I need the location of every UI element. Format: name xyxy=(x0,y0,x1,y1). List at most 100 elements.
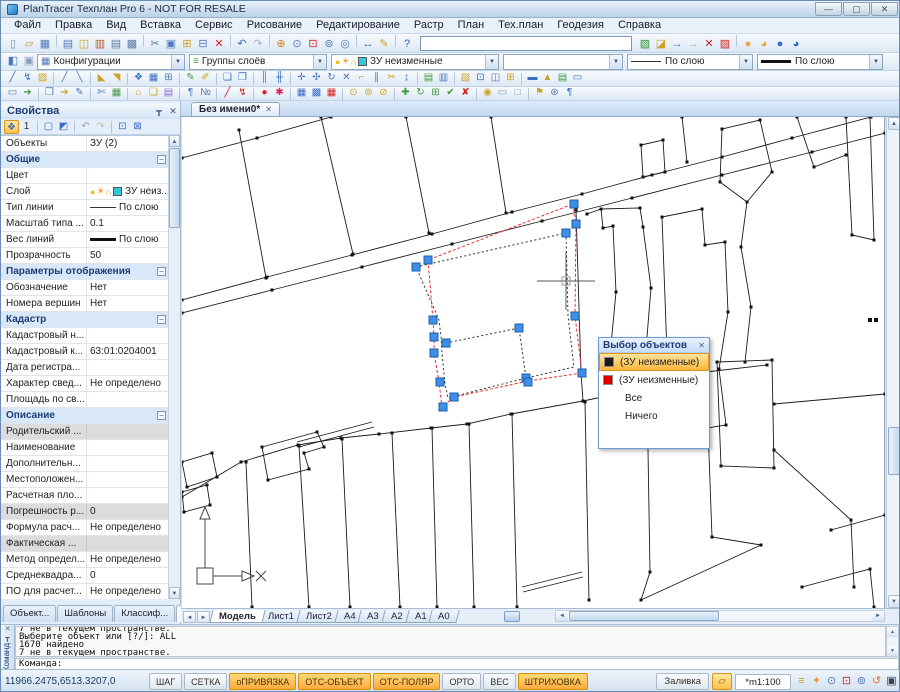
save-icon[interactable]: ▦ xyxy=(37,37,53,52)
layer-groups-combo[interactable]: ≡ Группы слоёв ▼ xyxy=(189,54,327,70)
scroll-up-icon[interactable]: ▲ xyxy=(169,135,180,147)
menu-insert[interactable]: Вставка xyxy=(133,18,188,33)
object-table-icon[interactable]: ⊞ xyxy=(161,72,176,85)
command-history[interactable]: 7 не в текущем пространстве.Выберите объ… xyxy=(15,626,886,657)
floor-icon[interactable]: ▤ xyxy=(161,87,176,100)
tab-templates[interactable]: Шаблоны xyxy=(57,605,113,622)
label-icon[interactable]: ¶ xyxy=(183,87,198,100)
parcel-split-icon[interactable]: ◫ xyxy=(488,72,503,85)
select-props-icon[interactable]: ◕ xyxy=(788,37,804,52)
draw-red-polyline-icon[interactable]: ↯ xyxy=(235,87,250,100)
recalc-icon[interactable]: ⊡ xyxy=(115,120,130,134)
sheet-tab-model[interactable]: Модель xyxy=(209,610,265,623)
row-error[interactable]: Погрешность р... ● ☀ ∩ 0 − xyxy=(1,504,169,520)
tab-scroll-left-icon[interactable]: ◄ xyxy=(183,611,196,623)
zoom-extents-icon[interactable]: ◎ xyxy=(337,37,353,52)
zoom-selection-icon[interactable]: ✚ xyxy=(398,87,413,100)
chevron-down-icon[interactable]: ▼ xyxy=(869,55,882,69)
grid-edit-icon[interactable]: ▩ xyxy=(309,87,324,100)
pin-icon[interactable]: ┳ xyxy=(152,106,166,117)
close-icon[interactable]: ✕ xyxy=(166,106,180,117)
chevron-down-icon[interactable]: ▼ xyxy=(171,55,184,69)
edit-attach-icon[interactable]: ✎ xyxy=(183,72,198,85)
copy-move-icon[interactable]: ✣ xyxy=(309,72,324,85)
scroll-thumb[interactable] xyxy=(569,611,719,621)
window-icon[interactable]: ▣ xyxy=(21,54,37,69)
layer-purge-icon[interactable]: ▨ xyxy=(717,37,733,52)
quick-select-icon[interactable]: ◩ xyxy=(56,120,71,134)
add-object-icon[interactable]: ⊞ xyxy=(428,87,443,100)
refresh-tree-icon[interactable]: ↻ xyxy=(413,87,428,100)
scroll-left-icon[interactable]: ◄ xyxy=(556,611,568,621)
minimize-button[interactable]: — xyxy=(815,2,842,16)
scale-bar-icon[interactable]: ▬ xyxy=(525,72,540,85)
fill-toggle-button[interactable]: Заливка xyxy=(656,673,709,690)
object-browser-icon[interactable]: ▦ xyxy=(146,72,161,85)
new-document-icon[interactable]: ▯ xyxy=(5,37,21,52)
unlock-icon[interactable]: ⊚ xyxy=(361,87,376,100)
menu-file[interactable]: Файл xyxy=(7,18,48,33)
paste-special-icon[interactable]: ⊟ xyxy=(195,37,211,52)
menu-modify[interactable]: Редактирование xyxy=(309,18,407,33)
collapse-icon[interactable]: − xyxy=(157,155,166,164)
toggle-snap[interactable]: ШАГ xyxy=(149,673,182,690)
draw-region-icon[interactable]: ◣ xyxy=(94,72,109,85)
stamp-icon[interactable]: ⊛ xyxy=(547,87,562,100)
zoom-window-icon[interactable]: ⊡ xyxy=(839,674,854,690)
apply-previous-icon[interactable]: ↶ xyxy=(78,120,93,134)
zoom-window-icon[interactable]: ⊡ xyxy=(305,37,321,52)
zoom-extents-icon[interactable]: ⊚ xyxy=(854,674,869,690)
row-designation[interactable]: Обозначение ● ☀ ∩ Нет − xyxy=(1,280,169,296)
collapse-icon[interactable]: − xyxy=(157,411,166,420)
open-project-icon[interactable]: ❒ xyxy=(42,87,57,100)
select-region-icon[interactable]: ❐ xyxy=(235,72,250,85)
lineweight-combo[interactable]: По слою ▼ xyxy=(757,54,883,70)
erase-icon[interactable]: ✕ xyxy=(211,37,227,52)
extend-icon[interactable]: ↨ xyxy=(399,72,414,85)
select-contour-icon[interactable]: ❏ xyxy=(220,72,235,85)
row-method[interactable]: Метод определ... ● ☀ ∩ Не определено − xyxy=(1,552,169,568)
edit-measure-icon[interactable]: ✐ xyxy=(198,72,213,85)
configurations-combo[interactable]: ▦ Конфигурации ▼ xyxy=(37,54,185,70)
rotate-icon[interactable]: ↻ xyxy=(324,72,339,85)
zoom-icon[interactable]: ⊙ xyxy=(824,674,839,690)
trim-icon[interactable]: ✂ xyxy=(384,72,399,85)
scroll-down-icon[interactable]: ▼ xyxy=(888,595,900,608)
canvas-hscrollbar[interactable]: ◄ ► xyxy=(555,610,885,622)
row-cadastral-number[interactable]: Кадастровый н... ● ☀ ∩ − xyxy=(1,328,169,344)
draw-contour-icon[interactable]: ▨ xyxy=(35,72,50,85)
copy-props-icon[interactable]: ◕ xyxy=(756,37,772,52)
toggle-ortho[interactable]: ОРТО xyxy=(442,673,481,690)
draw-hatch-region-icon[interactable]: ◥ xyxy=(109,72,124,85)
map-canvas[interactable] xyxy=(182,117,885,608)
menu-draw[interactable]: Рисование xyxy=(240,18,309,33)
chevron-down-icon[interactable]: ▼ xyxy=(739,55,752,69)
toggle-lineweight[interactable]: ВЕС xyxy=(483,673,516,690)
array-icon[interactable]: ∥ xyxy=(369,72,384,85)
collapse-icon[interactable]: − xyxy=(157,315,166,324)
move-icon[interactable]: ✛ xyxy=(294,72,309,85)
survey-import-icon[interactable]: ✄ xyxy=(94,87,109,100)
check-draw-icon[interactable]: ✔ xyxy=(443,87,458,100)
draw-double-line-icon[interactable]: ╲ xyxy=(72,72,87,85)
row-registration-date[interactable]: Дата регистра... ● ☀ ∩ − xyxy=(1,360,169,376)
plot-settings-icon[interactable]: ▤ xyxy=(60,37,76,52)
command-scrollbar[interactable]: ▲ ▼ xyxy=(886,626,899,657)
paste-icon[interactable]: ⊞ xyxy=(179,37,195,52)
ruler-icon[interactable]: ▭ xyxy=(495,87,510,100)
scroll-right-icon[interactable]: ► xyxy=(872,611,884,621)
tab-scroll-right-icon[interactable]: ► xyxy=(197,611,210,623)
redo-icon[interactable]: ↷ xyxy=(250,37,266,52)
export-project-icon[interactable]: ➔ xyxy=(57,87,72,100)
frame-icon[interactable]: ▭ xyxy=(570,72,585,85)
tab-classifier[interactable]: Классиф... xyxy=(114,605,175,622)
row-area-by-docs[interactable]: Площадь по св... ● ☀ ∩ − xyxy=(1,392,169,408)
close-icon[interactable]: ✕ xyxy=(698,341,705,350)
publish-icon[interactable]: ▥ xyxy=(92,37,108,52)
parcel-point-icon[interactable]: ⊡ xyxy=(473,72,488,85)
chevron-down-icon[interactable]: ▼ xyxy=(485,55,498,69)
row-additional[interactable]: Дополнительн... ● ☀ ∩ − xyxy=(1,456,169,472)
canvas-vscrollbar[interactable]: ▲ ▼ xyxy=(886,117,900,608)
gradient-icon[interactable]: ▥ xyxy=(436,72,451,85)
row-actual[interactable]: Фактическая ... ● ☀ ∩ − xyxy=(1,536,169,552)
